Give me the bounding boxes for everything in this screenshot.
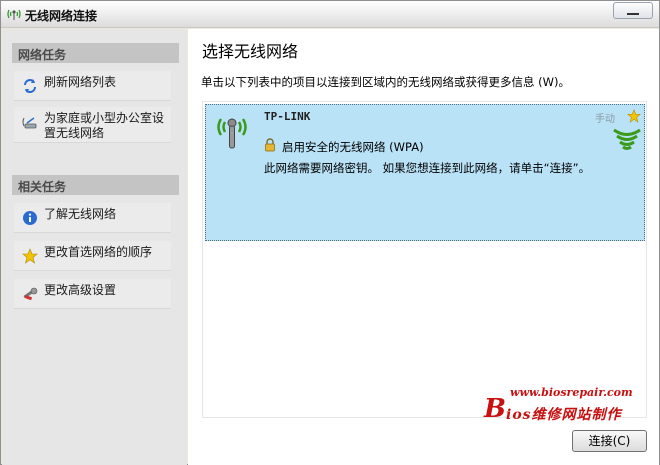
signal-strength-icon bbox=[613, 128, 641, 150]
title-bar: 无线网络连接 bbox=[1, 1, 659, 28]
refresh-network-list-link[interactable]: 刷新网络列表 bbox=[14, 71, 171, 101]
network-tasks-heading: 网络任务 bbox=[12, 43, 179, 63]
lock-icon bbox=[265, 138, 275, 152]
change-preferred-order-link[interactable]: 更改首选网络的顺序 bbox=[14, 241, 171, 271]
setup-wireless-network-link[interactable]: 为家庭或小型办公室设置无线网络 bbox=[14, 107, 171, 143]
related-tasks-heading: 相关任务 bbox=[12, 175, 179, 195]
preferred-star-icon bbox=[627, 109, 641, 123]
settings-wrench-icon bbox=[23, 287, 38, 301]
setup-wireless-icon bbox=[22, 117, 37, 129]
refresh-icon bbox=[24, 79, 36, 93]
watermark-brand-text: ios维修网站制作 bbox=[506, 407, 622, 423]
wireless-network-icon bbox=[7, 9, 21, 20]
learn-wireless-link[interactable]: 了解无线网络 bbox=[14, 203, 171, 233]
minimize-button[interactable] bbox=[613, 2, 653, 19]
task-sidebar: 网络任务 刷新网络列表 为家庭或小型办公室设置无线网络 相关任务 了解无线网络 … bbox=[2, 29, 187, 465]
connect-button[interactable]: 连接(C) bbox=[572, 430, 647, 452]
watermark-brand-letter: B bbox=[484, 394, 506, 424]
network-ssid: TP-LINK bbox=[264, 110, 311, 123]
network-security: 启用安全的无线网络 (WPA) bbox=[282, 140, 424, 154]
task-label: 了解无线网络 bbox=[44, 207, 117, 221]
task-label: 刷新网络列表 bbox=[44, 75, 117, 89]
main-content: 选择无线网络 单击以下列表中的项目以连接到区域内的无线网络或获得更多信息 (W)… bbox=[188, 29, 659, 465]
info-icon bbox=[23, 211, 37, 225]
watermark-url: www.biosrepair.com bbox=[510, 386, 633, 399]
wireless-antenna-icon bbox=[217, 118, 247, 149]
task-label: 更改高级设置 bbox=[44, 283, 117, 297]
network-list[interactable]: TP-LINK 启用安全的无线网络 (WPA) 此网络需要网络密钥。 如果您想连… bbox=[202, 101, 647, 418]
network-note: 此网络需要网络密钥。 如果您想连接到此网络，请单击“连接”。 bbox=[264, 161, 591, 175]
task-label: 为家庭或小型办公室设置无线网络 bbox=[44, 111, 165, 140]
page-title: 选择无线网络 bbox=[202, 42, 299, 61]
favorite-label: 手动 bbox=[595, 114, 615, 125]
window-title: 无线网络连接 bbox=[25, 9, 98, 23]
page-description: 单击以下列表中的项目以连接到区域内的无线网络或获得更多信息 (W)。 bbox=[201, 75, 570, 89]
wireless-connection-window: 无线网络连接 网络任务 刷新网络列表 为家庭或小型办公室设置无线网络 相关任务 bbox=[0, 0, 660, 465]
task-label: 更改首选网络的顺序 bbox=[44, 245, 153, 259]
network-item-tp-link[interactable]: TP-LINK 启用安全的无线网络 (WPA) 此网络需要网络密钥。 如果您想连… bbox=[205, 104, 645, 241]
change-advanced-settings-link[interactable]: 更改高级设置 bbox=[14, 279, 171, 309]
watermark: www.biosrepair.com B ios维修网站制作 bbox=[484, 386, 644, 424]
star-icon bbox=[22, 248, 38, 264]
